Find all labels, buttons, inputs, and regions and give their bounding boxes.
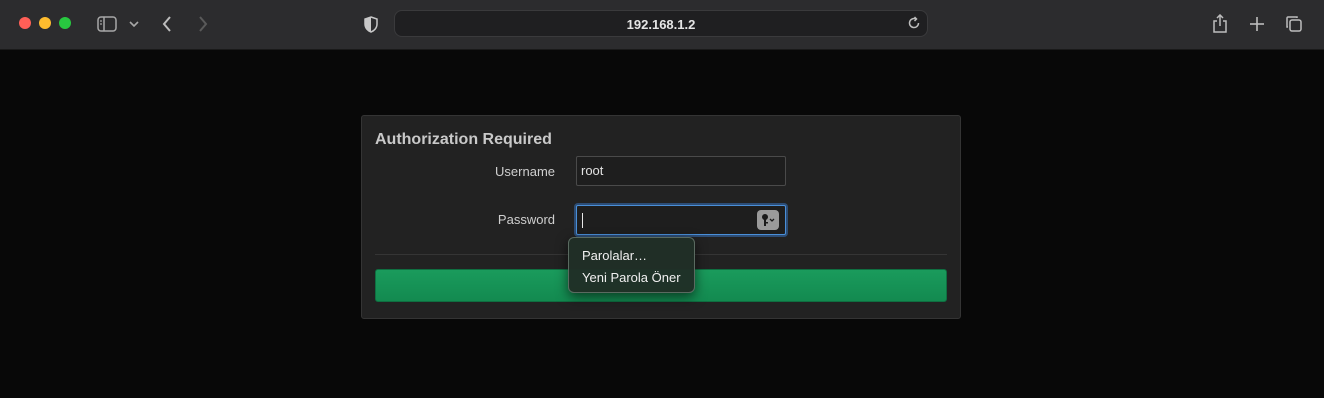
share-icon[interactable] (1208, 12, 1232, 36)
key-icon[interactable] (757, 210, 779, 230)
url-text: 192.168.1.2 (626, 17, 696, 32)
page-title: Authorization Required (375, 131, 552, 148)
text-caret (582, 213, 583, 228)
menu-item-passwords[interactable]: Parolalar… (582, 248, 647, 263)
minimize-window-button[interactable] (39, 17, 51, 29)
username-label: Username (495, 164, 555, 179)
password-field[interactable] (576, 205, 786, 235)
plus-icon[interactable] (1245, 12, 1269, 36)
sidebar-icon[interactable] (95, 12, 119, 36)
menu-item-suggest-password[interactable]: Yeni Parola Öner (582, 270, 681, 285)
chevron-down-icon[interactable] (122, 12, 146, 36)
username-field[interactable]: root (576, 156, 786, 186)
forward-icon[interactable] (191, 12, 215, 36)
zoom-window-button[interactable] (59, 17, 71, 29)
back-icon[interactable] (155, 12, 179, 36)
tabs-icon[interactable] (1282, 12, 1306, 36)
browser-toolbar: 192.168.1.2 (0, 0, 1324, 50)
close-window-button[interactable] (19, 17, 31, 29)
password-autofill-menu: Parolalar… Yeni Parola Öner (568, 237, 695, 293)
shield-icon[interactable] (359, 12, 383, 36)
reload-icon[interactable] (907, 16, 921, 35)
password-label: Password (497, 212, 555, 227)
address-bar[interactable]: 192.168.1.2 (394, 10, 928, 37)
